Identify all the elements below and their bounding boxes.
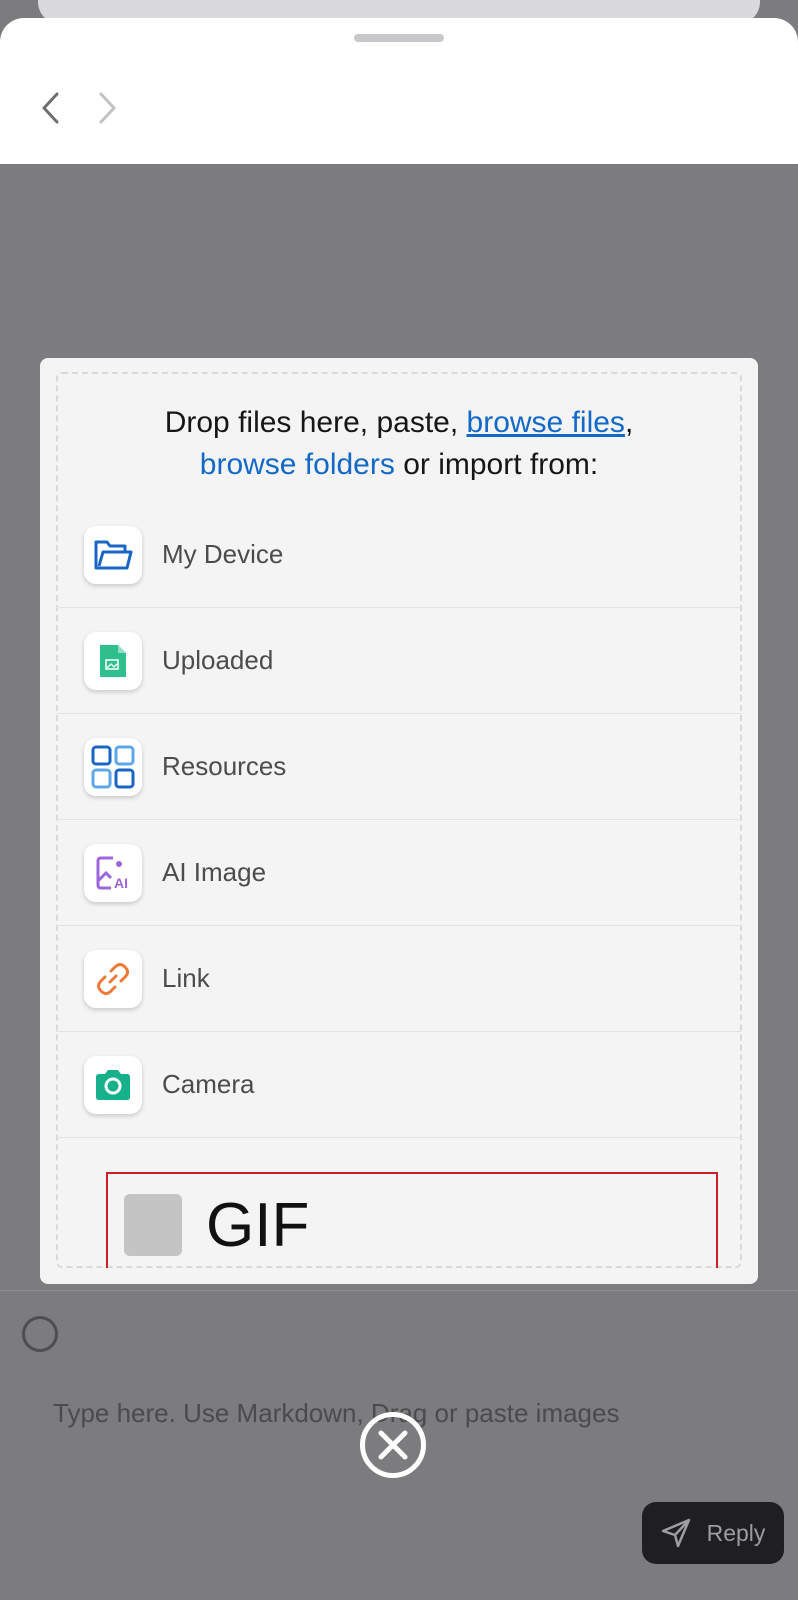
composer-input[interactable]: Type here. Use Markdown, Drag or paste i… xyxy=(53,1398,619,1429)
drop-text-comma: , xyxy=(624,406,634,439)
ai-image-icon: AI xyxy=(84,843,142,902)
composer-add-icon[interactable] xyxy=(22,1316,58,1352)
gif-placeholder-icon xyxy=(124,1194,182,1256)
source-label: Link xyxy=(162,963,210,993)
browse-folders-link[interactable]: browse folders xyxy=(200,448,395,481)
source-list: My Device Uploaded Resources AI AI Image xyxy=(56,502,742,1138)
reply-label: Reply xyxy=(706,1519,766,1546)
close-button[interactable] xyxy=(360,1412,426,1478)
source-label: Uploaded xyxy=(162,645,274,675)
drop-text-suffix: or import from: xyxy=(394,448,599,481)
source-my-device[interactable]: My Device xyxy=(56,502,742,608)
sheet-grabber[interactable] xyxy=(354,34,444,42)
drop-text-prefix: Drop files here, paste, xyxy=(164,406,467,439)
close-icon xyxy=(378,1430,408,1460)
source-label: My Device xyxy=(162,539,284,569)
forward-button[interactable] xyxy=(90,88,124,128)
source-label: Resources xyxy=(162,751,287,781)
chevron-right-icon xyxy=(99,92,116,124)
source-label: Camera xyxy=(162,1069,255,1099)
gif-label: GIF xyxy=(206,1191,310,1260)
source-ai-image[interactable]: AI AI Image xyxy=(56,820,742,926)
folder-icon xyxy=(84,525,142,584)
chevron-left-icon xyxy=(42,92,59,124)
dropzone-area[interactable]: Drop files here, paste, browse files, br… xyxy=(56,372,742,1268)
source-resources[interactable]: Resources xyxy=(56,714,742,820)
source-uploaded[interactable]: Uploaded xyxy=(56,608,742,714)
drop-instructions: Drop files here, paste, browse files, br… xyxy=(56,402,742,486)
upload-dialog: Drop files here, paste, browse files, br… xyxy=(40,358,758,1284)
grid-icon xyxy=(84,737,142,796)
browse-files-link[interactable]: browse files xyxy=(467,406,625,439)
send-icon xyxy=(661,1518,690,1548)
source-camera[interactable]: Camera xyxy=(56,1032,742,1138)
reply-button[interactable]: Reply xyxy=(642,1502,784,1564)
link-icon xyxy=(84,949,142,1008)
source-label: AI Image xyxy=(162,857,267,887)
camera-icon xyxy=(84,1055,142,1114)
source-link[interactable]: Link xyxy=(56,926,742,1032)
source-gif[interactable]: GIF xyxy=(106,1172,718,1268)
back-button[interactable] xyxy=(34,88,68,128)
uploaded-file-icon xyxy=(84,631,142,690)
svg-text:AI: AI xyxy=(114,875,128,891)
